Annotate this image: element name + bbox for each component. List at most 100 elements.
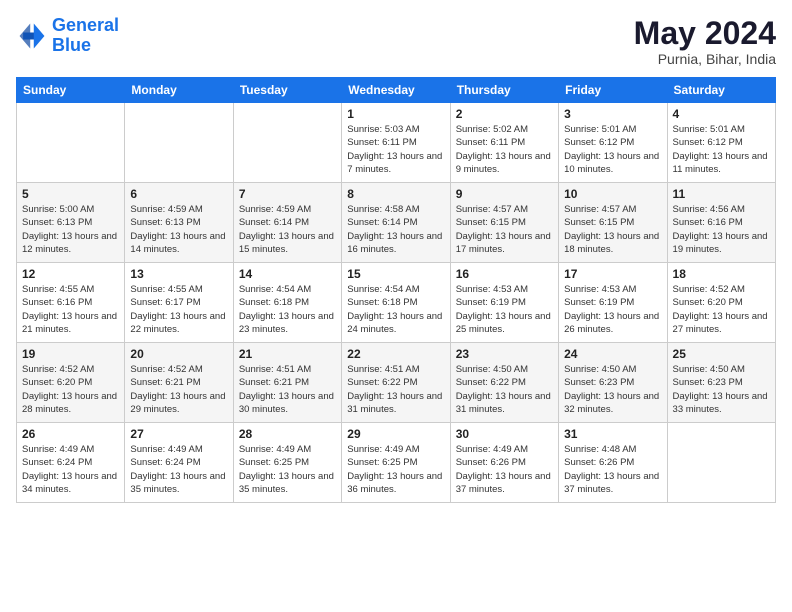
header-wednesday: Wednesday xyxy=(342,78,450,103)
calendar-header-row: Sunday Monday Tuesday Wednesday Thursday… xyxy=(17,78,776,103)
calendar-cell: 2 Sunrise: 5:02 AM Sunset: 6:11 PM Daylig… xyxy=(450,103,558,183)
day-info: Sunrise: 4:58 AM Sunset: 6:14 PM Dayligh… xyxy=(347,203,444,256)
calendar-cell: 27 Sunrise: 4:49 AM Sunset: 6:24 PM Dayli… xyxy=(125,423,233,503)
day-number: 31 xyxy=(564,427,661,441)
calendar-cell: 24 Sunrise: 4:50 AM Sunset: 6:23 PM Dayli… xyxy=(559,343,667,423)
day-info: Sunrise: 4:57 AM Sunset: 6:15 PM Dayligh… xyxy=(564,203,661,256)
logo-icon xyxy=(16,20,48,52)
calendar-cell: 10 Sunrise: 4:57 AM Sunset: 6:15 PM Dayli… xyxy=(559,183,667,263)
title-block: May 2024 Purnia, Bihar, India xyxy=(634,16,776,67)
calendar-cell: 30 Sunrise: 4:49 AM Sunset: 6:26 PM Dayli… xyxy=(450,423,558,503)
calendar-cell: 5 Sunrise: 5:00 AM Sunset: 6:13 PM Daylig… xyxy=(17,183,125,263)
day-info: Sunrise: 4:59 AM Sunset: 6:13 PM Dayligh… xyxy=(130,203,227,256)
day-number: 28 xyxy=(239,427,336,441)
calendar-cell: 11 Sunrise: 4:56 AM Sunset: 6:16 PM Dayli… xyxy=(667,183,775,263)
header-sunday: Sunday xyxy=(17,78,125,103)
day-info: Sunrise: 4:51 AM Sunset: 6:22 PM Dayligh… xyxy=(347,363,444,416)
calendar-cell xyxy=(233,103,341,183)
calendar-cell: 9 Sunrise: 4:57 AM Sunset: 6:15 PM Daylig… xyxy=(450,183,558,263)
day-info: Sunrise: 5:00 AM Sunset: 6:13 PM Dayligh… xyxy=(22,203,119,256)
calendar-cell: 1Sunrise: 5:03 AM Sunset: 6:11 PM Daylig… xyxy=(342,103,450,183)
calendar-cell: 14 Sunrise: 4:54 AM Sunset: 6:18 PM Dayli… xyxy=(233,263,341,343)
day-number: 3 xyxy=(564,107,661,121)
calendar-cell xyxy=(667,423,775,503)
day-number: 20 xyxy=(130,347,227,361)
week-row-3: 19 Sunrise: 4:52 AM Sunset: 6:20 PM Dayli… xyxy=(17,343,776,423)
day-info: Sunrise: 4:50 AM Sunset: 6:22 PM Dayligh… xyxy=(456,363,553,416)
calendar-cell: 7 Sunrise: 4:59 AM Sunset: 6:14 PM Daylig… xyxy=(233,183,341,263)
month-title: May 2024 xyxy=(634,16,776,51)
week-row-4: 26 Sunrise: 4:49 AM Sunset: 6:24 PM Dayli… xyxy=(17,423,776,503)
header-thursday: Thursday xyxy=(450,78,558,103)
day-number: 15 xyxy=(347,267,444,281)
day-number: 26 xyxy=(22,427,119,441)
logo-general: General xyxy=(52,15,119,35)
calendar-cell: 17Sunrise: 4:53 AM Sunset: 6:19 PM Dayli… xyxy=(559,263,667,343)
day-info: Sunrise: 4:52 AM Sunset: 6:20 PM Dayligh… xyxy=(22,363,119,416)
calendar-cell: 15 Sunrise: 4:54 AM Sunset: 6:18 PM Dayli… xyxy=(342,263,450,343)
week-row-1: 5 Sunrise: 5:00 AM Sunset: 6:13 PM Daylig… xyxy=(17,183,776,263)
calendar-cell: 26 Sunrise: 4:49 AM Sunset: 6:24 PM Dayli… xyxy=(17,423,125,503)
day-info: Sunrise: 4:55 AM Sunset: 6:17 PM Dayligh… xyxy=(130,283,227,336)
day-info: Sunrise: 4:53 AM Sunset: 6:19 PM Dayligh… xyxy=(456,283,553,336)
day-number: 9 xyxy=(456,187,553,201)
week-row-2: 12 Sunrise: 4:55 AM Sunset: 6:16 PM Dayli… xyxy=(17,263,776,343)
day-info: Sunrise: 4:49 AM Sunset: 6:25 PM Dayligh… xyxy=(347,443,444,496)
logo-blue: Blue xyxy=(52,35,91,55)
calendar-cell: 20 Sunrise: 4:52 AM Sunset: 6:21 PM Dayli… xyxy=(125,343,233,423)
calendar-cell: 8Sunrise: 4:58 AM Sunset: 6:14 PM Daylig… xyxy=(342,183,450,263)
day-number: 30 xyxy=(456,427,553,441)
calendar-cell: 4 Sunrise: 5:01 AM Sunset: 6:12 PM Daylig… xyxy=(667,103,775,183)
day-number: 21 xyxy=(239,347,336,361)
calendar-table: Sunday Monday Tuesday Wednesday Thursday… xyxy=(16,77,776,503)
day-number: 19 xyxy=(22,347,119,361)
calendar-cell xyxy=(17,103,125,183)
calendar-cell: 28Sunrise: 4:49 AM Sunset: 6:25 PM Dayli… xyxy=(233,423,341,503)
header-saturday: Saturday xyxy=(667,78,775,103)
day-info: Sunrise: 4:54 AM Sunset: 6:18 PM Dayligh… xyxy=(347,283,444,336)
calendar-cell: 19 Sunrise: 4:52 AM Sunset: 6:20 PM Dayli… xyxy=(17,343,125,423)
day-number: 5 xyxy=(22,187,119,201)
day-number: 22 xyxy=(347,347,444,361)
calendar-cell: 23 Sunrise: 4:50 AM Sunset: 6:22 PM Dayli… xyxy=(450,343,558,423)
day-info: Sunrise: 5:02 AM Sunset: 6:11 PM Dayligh… xyxy=(456,123,553,176)
day-info: Sunrise: 4:49 AM Sunset: 6:24 PM Dayligh… xyxy=(22,443,119,496)
day-info: Sunrise: 4:52 AM Sunset: 6:21 PM Dayligh… xyxy=(130,363,227,416)
day-info: Sunrise: 5:01 AM Sunset: 6:12 PM Dayligh… xyxy=(673,123,770,176)
calendar-cell: 6 Sunrise: 4:59 AM Sunset: 6:13 PM Daylig… xyxy=(125,183,233,263)
calendar-cell: 31 Sunrise: 4:48 AM Sunset: 6:26 PM Dayli… xyxy=(559,423,667,503)
calendar-cell: 25Sunrise: 4:50 AM Sunset: 6:23 PM Dayli… xyxy=(667,343,775,423)
day-info: Sunrise: 4:52 AM Sunset: 6:20 PM Dayligh… xyxy=(673,283,770,336)
day-number: 12 xyxy=(22,267,119,281)
header-monday: Monday xyxy=(125,78,233,103)
day-number: 4 xyxy=(673,107,770,121)
day-info: Sunrise: 4:55 AM Sunset: 6:16 PM Dayligh… xyxy=(22,283,119,336)
calendar-cell: 22 Sunrise: 4:51 AM Sunset: 6:22 PM Dayli… xyxy=(342,343,450,423)
day-info: Sunrise: 4:49 AM Sunset: 6:24 PM Dayligh… xyxy=(130,443,227,496)
day-info: Sunrise: 5:01 AM Sunset: 6:12 PM Dayligh… xyxy=(564,123,661,176)
day-info: Sunrise: 4:54 AM Sunset: 6:18 PM Dayligh… xyxy=(239,283,336,336)
day-number: 7 xyxy=(239,187,336,201)
day-number: 11 xyxy=(673,187,770,201)
day-info: Sunrise: 4:51 AM Sunset: 6:21 PM Dayligh… xyxy=(239,363,336,416)
day-info: Sunrise: 4:49 AM Sunset: 6:26 PM Dayligh… xyxy=(456,443,553,496)
calendar-cell: 16Sunrise: 4:53 AM Sunset: 6:19 PM Dayli… xyxy=(450,263,558,343)
day-number: 10 xyxy=(564,187,661,201)
day-number: 24 xyxy=(564,347,661,361)
day-info: Sunrise: 4:48 AM Sunset: 6:26 PM Dayligh… xyxy=(564,443,661,496)
day-number: 14 xyxy=(239,267,336,281)
day-info: Sunrise: 4:50 AM Sunset: 6:23 PM Dayligh… xyxy=(564,363,661,416)
day-number: 2 xyxy=(456,107,553,121)
day-number: 6 xyxy=(130,187,227,201)
day-info: Sunrise: 4:50 AM Sunset: 6:23 PM Dayligh… xyxy=(673,363,770,416)
day-info: Sunrise: 5:03 AM Sunset: 6:11 PM Dayligh… xyxy=(347,123,444,176)
day-number: 27 xyxy=(130,427,227,441)
day-number: 23 xyxy=(456,347,553,361)
header: General Blue May 2024 Purnia, Bihar, Ind… xyxy=(16,16,776,67)
calendar-cell: 13Sunrise: 4:55 AM Sunset: 6:17 PM Dayli… xyxy=(125,263,233,343)
day-info: Sunrise: 4:57 AM Sunset: 6:15 PM Dayligh… xyxy=(456,203,553,256)
logo-text: General Blue xyxy=(52,16,119,56)
day-info: Sunrise: 4:59 AM Sunset: 6:14 PM Dayligh… xyxy=(239,203,336,256)
day-info: Sunrise: 4:56 AM Sunset: 6:16 PM Dayligh… xyxy=(673,203,770,256)
day-number: 18 xyxy=(673,267,770,281)
